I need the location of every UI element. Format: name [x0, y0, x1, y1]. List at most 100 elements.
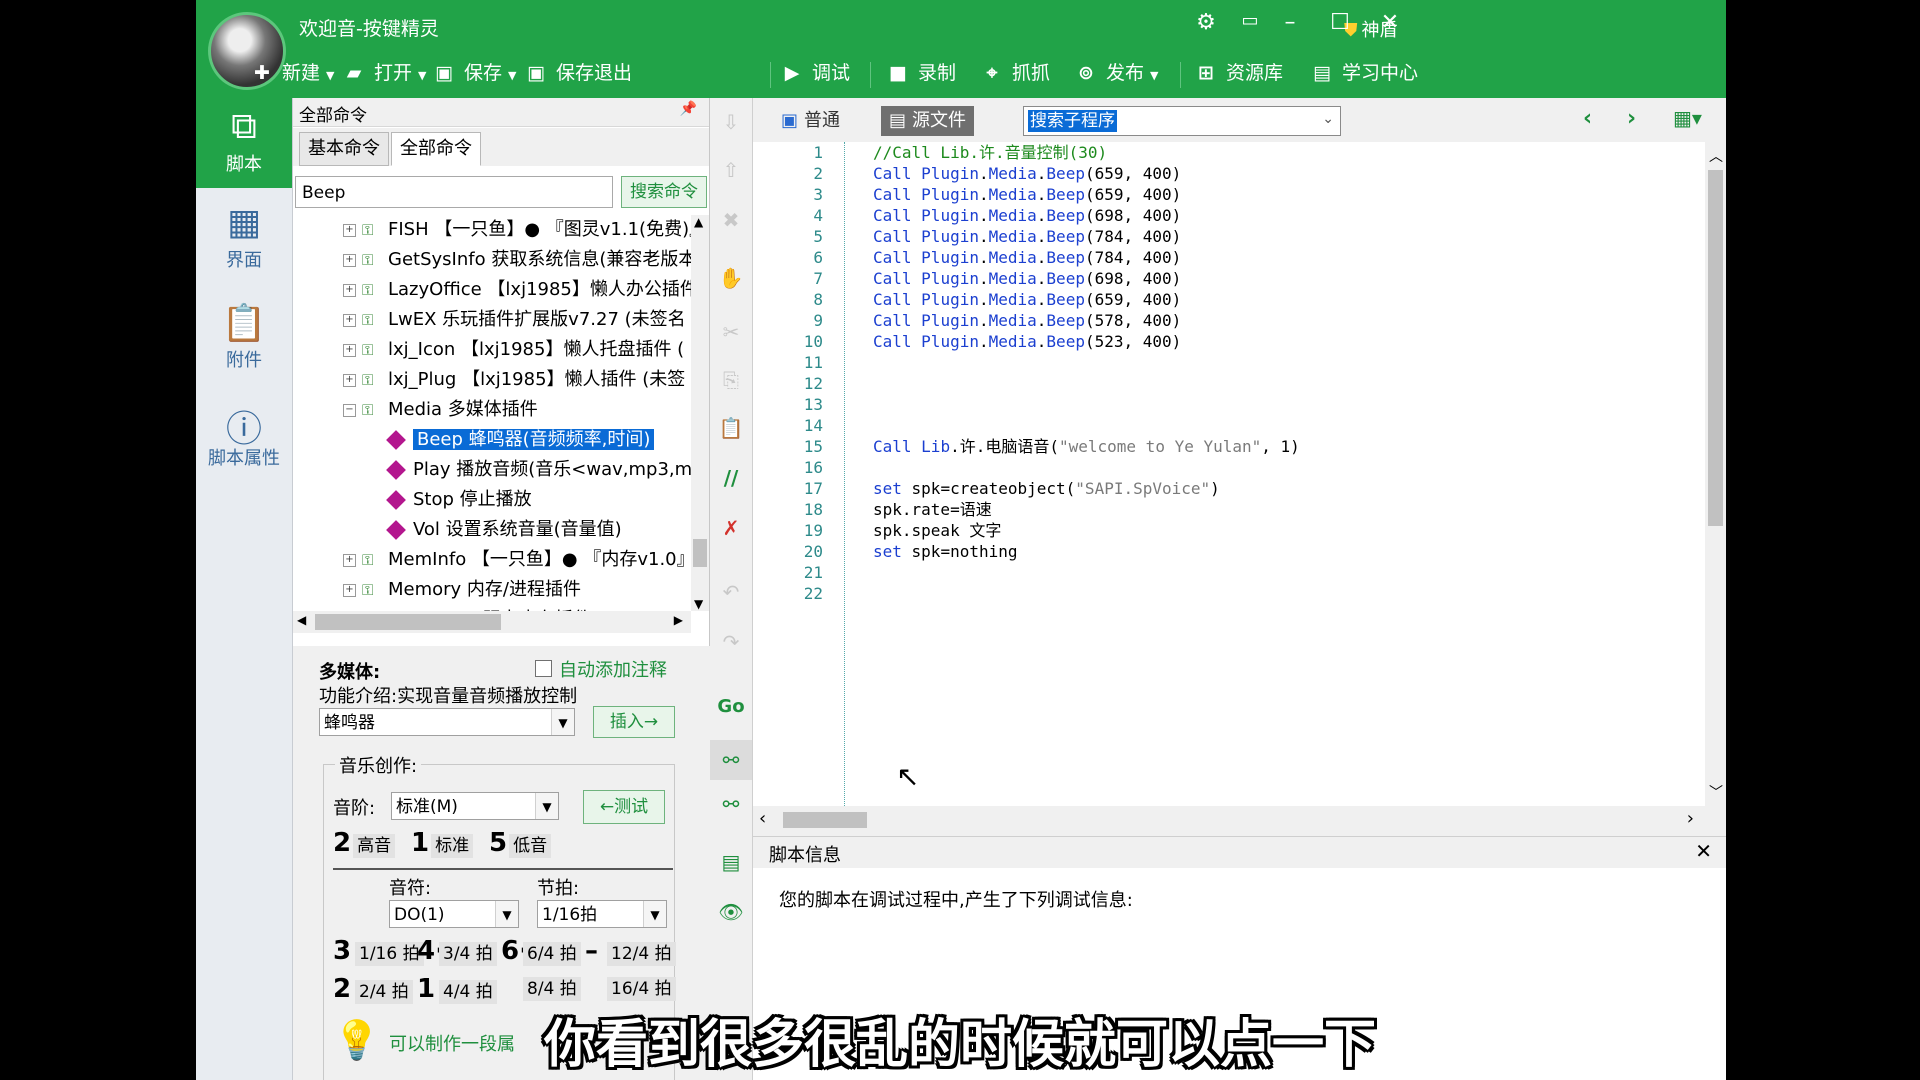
chevron-down-icon[interactable]: ⌄	[1322, 111, 1334, 127]
find-icon[interactable]: ⚯	[710, 740, 752, 780]
replace-icon[interactable]: ⚯	[710, 792, 752, 816]
tree-plugin-item[interactable]: + ⚿ MemInfo 【一只鱼】● 『内存v1.0』	[293, 545, 691, 575]
eye-icon[interactable]: 👁	[710, 900, 752, 924]
subroutine-search-select[interactable]: 搜索子程序 ⌄	[1023, 106, 1341, 136]
expand-icon[interactable]: +	[343, 283, 356, 297]
command-select[interactable]: 蜂鸣器 ▼	[319, 708, 575, 736]
expand-icon[interactable]: +	[343, 253, 356, 267]
move-up-icon[interactable]: ⇧	[710, 158, 752, 182]
beat-button[interactable]: 4·3/4 拍	[417, 936, 497, 966]
mode-source-tab[interactable]: ▤ 源文件	[881, 106, 975, 136]
scrollbar-thumb[interactable]	[693, 539, 707, 567]
goto-icon[interactable]: Go	[710, 696, 752, 717]
code-line[interactable]: Call Plugin.Media.Beep(784, 400)	[873, 247, 1300, 268]
tree-plugin-item[interactable]: + ⚿ FISH 【一只鱼】● 『图灵v1.1(免费)』	[293, 215, 691, 245]
copy-icon[interactable]: ⎘	[710, 368, 752, 392]
expand-icon[interactable]: +	[343, 553, 356, 567]
code-line[interactable]	[873, 583, 1300, 604]
new-button[interactable]: ✚ 新建 ▼	[250, 58, 334, 85]
chevron-down-icon[interactable]: ▼	[535, 793, 558, 819]
scale-select[interactable]: 标准(M) ▼	[391, 792, 559, 820]
scroll-right-icon[interactable]: ▶	[674, 613, 683, 627]
nav-ui[interactable]: ▦ 界面	[196, 194, 292, 284]
beat-button[interactable]: 6·6/4 拍	[501, 936, 581, 966]
maximize-icon[interactable]: ☐	[1322, 10, 1358, 35]
tree-plugin-item[interactable]: + ⚿ lxj_Icon 【lxj1985】懒人托盘插件 (	[293, 335, 691, 365]
code-line[interactable]: Call Plugin.Media.Beep(523, 400)	[873, 331, 1300, 352]
scroll-up-icon[interactable]: ▲	[694, 215, 703, 229]
chevron-down-icon[interactable]: ▼	[643, 901, 666, 927]
pitch-high-button[interactable]: 2 高音	[333, 828, 396, 858]
command-search-input[interactable]: Beep	[295, 176, 613, 208]
scroll-left-icon[interactable]: ◀	[297, 613, 306, 627]
beat-button[interactable]: 8/4 拍	[501, 974, 581, 1001]
dropdown-arrow-icon[interactable]: ▼	[326, 69, 334, 82]
pitch-low-button[interactable]: 5 低音	[489, 828, 552, 858]
undo-icon[interactable]: ↶	[710, 580, 752, 604]
scrollbar-thumb[interactable]	[1708, 170, 1723, 526]
insert-button[interactable]: 插入→	[593, 706, 675, 738]
beat-button[interactable]: 3 1/16 拍	[333, 936, 424, 966]
tree-plugin-item[interactable]: + ⚿ GetSysInfo 获取系统信息(兼容老版本	[293, 245, 691, 275]
record-button[interactable]: ■ 录制	[886, 58, 956, 85]
code-line[interactable]: spk.rate=语速	[873, 499, 1300, 520]
scroll-left-icon[interactable]: ‹	[759, 808, 766, 829]
beat-button[interactable]: 16/4 拍	[585, 974, 676, 1001]
mode-normal-tab[interactable]: ▣ 普通	[773, 106, 848, 136]
expand-icon[interactable]: +	[343, 313, 356, 327]
hand-icon[interactable]: ✋	[710, 266, 752, 290]
scroll-down-icon[interactable]: ﹀	[1709, 782, 1723, 802]
code-line[interactable]	[873, 394, 1300, 415]
redo-icon[interactable]: ↷	[710, 630, 752, 654]
scroll-right-icon[interactable]: ›	[1687, 808, 1694, 829]
beat-button[interactable]: –12/4 拍	[585, 936, 676, 966]
code-line[interactable]: Call Plugin.Media.Beep(698, 400)	[873, 268, 1300, 289]
test-button[interactable]: ←测试	[583, 790, 665, 824]
chevron-down-icon[interactable]: ▼	[495, 901, 518, 927]
close-icon[interactable]: ✕	[1695, 839, 1712, 863]
auto-comment-checkbox[interactable]	[535, 660, 552, 677]
code-line[interactable]: set spk=createobject("SAPI.SpVoice")	[873, 478, 1300, 499]
dropdown-arrow-icon[interactable]: ▼	[418, 69, 426, 82]
back-arrow-icon[interactable]: ‹	[1583, 106, 1592, 131]
code-vertical-scrollbar[interactable]: ︿ ﹀	[1705, 142, 1726, 806]
list-icon[interactable]: ▤	[710, 850, 752, 874]
code-line[interactable]: Call Plugin.Media.Beep(784, 400)	[873, 226, 1300, 247]
tree-plugin-item[interactable]: − ⚿ Media 多媒体插件	[293, 395, 691, 425]
expand-icon[interactable]: +	[343, 373, 356, 387]
dropdown-arrow-icon[interactable]: ▼	[508, 69, 516, 82]
dropdown-arrow-icon[interactable]: ▼	[1150, 69, 1158, 82]
tree-horizontal-scrollbar[interactable]: ◀ ▶	[293, 611, 691, 633]
tab-basic-commands[interactable]: 基本命令	[299, 132, 389, 166]
collapse-icon[interactable]: −	[343, 403, 356, 417]
code-line[interactable]	[873, 562, 1300, 583]
code-line[interactable]: Call Plugin.Media.Beep(659, 400)	[873, 289, 1300, 310]
nav-attachment[interactable]: 📋 附件	[196, 294, 292, 384]
code-line[interactable]	[873, 415, 1300, 436]
code-area[interactable]: //Call Lib.许.音量控制(30) Call Plugin.Media.B…	[873, 142, 1453, 806]
code-line[interactable]: Call Lib.许.电脑语音("welcome to Ye Yulan", 1…	[873, 436, 1300, 457]
tree-vertical-scrollbar[interactable]: ▲ ▼	[691, 215, 709, 611]
debug-button[interactable]: ▶ 调试	[780, 58, 850, 85]
code-text[interactable]: //Call Lib.许.音量控制(30) Call Plugin.Media.B…	[873, 142, 1300, 604]
scrollbar-thumb[interactable]	[315, 614, 501, 630]
note-select[interactable]: DO(1) ▼	[389, 900, 519, 928]
restore-panel-icon[interactable]: ▭	[1232, 10, 1268, 31]
code-line[interactable]	[873, 457, 1300, 478]
code-line[interactable]: //Call Lib.许.音量控制(30)	[873, 142, 1300, 163]
tree-plugin-item[interactable]: + ⚿ LazyOffice 【lxj1985】懒人办公插件	[293, 275, 691, 305]
beat-button[interactable]: 2 2/4 拍	[333, 974, 413, 1004]
expand-icon[interactable]: +	[343, 223, 356, 237]
code-horizontal-scrollbar[interactable]: ‹ ›	[753, 806, 1726, 834]
tree-plugin-item[interactable]: + ⚿ lxj_Plug 【lxj1985】懒人插件 (未签	[293, 365, 691, 395]
code-line[interactable]: Call Plugin.Media.Beep(659, 400)	[873, 163, 1300, 184]
chevron-down-icon[interactable]: ▼	[551, 709, 574, 735]
code-line[interactable]: set spk=nothing	[873, 541, 1300, 562]
tab-all-commands[interactable]: 全部命令	[391, 132, 481, 166]
save-button[interactable]: ▣ 保存 ▼	[432, 58, 516, 85]
code-line[interactable]: spk.speak 文字	[873, 520, 1300, 541]
open-button[interactable]: ▰ 打开 ▼	[342, 58, 427, 85]
move-down-icon[interactable]: ⇩	[710, 110, 752, 134]
tree-command-item[interactable]: Vol 设置系统音量(音量值)	[293, 515, 691, 545]
code-line[interactable]: Call Plugin.Media.Beep(578, 400)	[873, 310, 1300, 331]
